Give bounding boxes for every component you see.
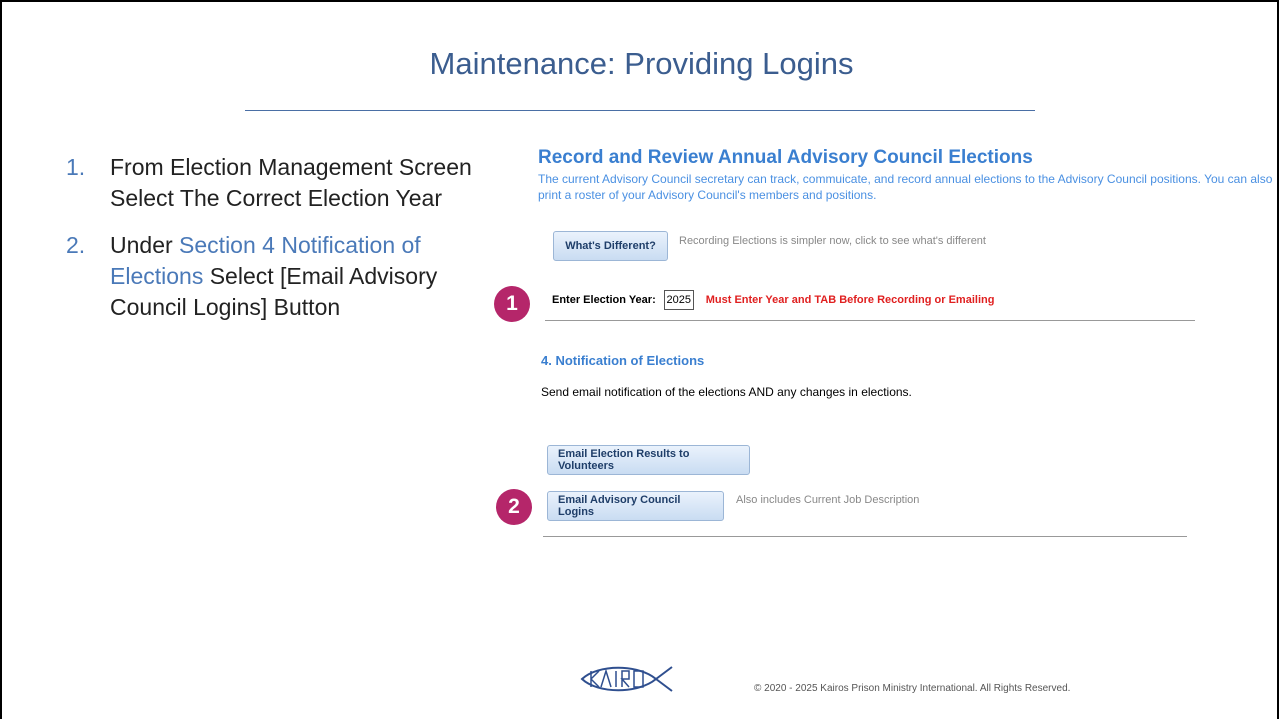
step-text: From Election Management Screen Select T…	[110, 154, 472, 211]
title-divider	[245, 110, 1035, 111]
elections-heading: Record and Review Annual Advisory Counci…	[538, 147, 1033, 168]
divider	[543, 536, 1187, 537]
whats-different-button[interactable]: What's Different?	[553, 231, 668, 261]
election-year-warning: Must Enter Year and TAB Before Recording…	[705, 294, 995, 306]
step-badge-1: 1	[494, 286, 530, 322]
step-number: 2.	[66, 232, 86, 258]
step-2: 2. Under Section 4 Notification of Elect…	[66, 230, 486, 323]
step-text-pre: Under	[110, 232, 180, 258]
slide-title: Maintenance: Providing Logins	[429, 46, 854, 81]
election-year-label: Enter Election Year:	[552, 294, 656, 306]
divider	[545, 320, 1195, 321]
copyright-footer: © 2020 - 2025 Kairos Prison Ministry Int…	[754, 683, 1071, 694]
notification-section-heading: 4. Notification of Elections	[541, 353, 705, 368]
kairos-logo	[580, 666, 673, 692]
step-1: 1. From Election Management Screen Selec…	[66, 152, 486, 214]
elections-description: The current Advisory Council secretary c…	[538, 172, 1273, 202]
election-year-row: Enter Election Year: Must Enter Year and…	[552, 290, 994, 310]
email-election-results-button[interactable]: Email Election Results to Volunteers	[547, 445, 750, 475]
notification-section-text: Send email notification of the elections…	[541, 385, 912, 399]
step-text: Under Section 4 Notification of Election…	[110, 230, 486, 323]
whats-different-note: Recording Elections is simpler now, clic…	[679, 235, 986, 247]
step-number: 1.	[66, 154, 86, 180]
instruction-steps: 1. From Election Management Screen Selec…	[66, 152, 486, 339]
email-advisory-council-logins-button[interactable]: Email Advisory Council Logins	[547, 491, 724, 521]
election-year-input[interactable]	[663, 290, 694, 310]
email-logins-note: Also includes Current Job Description	[736, 494, 920, 506]
step-badge-2: 2	[496, 489, 532, 525]
